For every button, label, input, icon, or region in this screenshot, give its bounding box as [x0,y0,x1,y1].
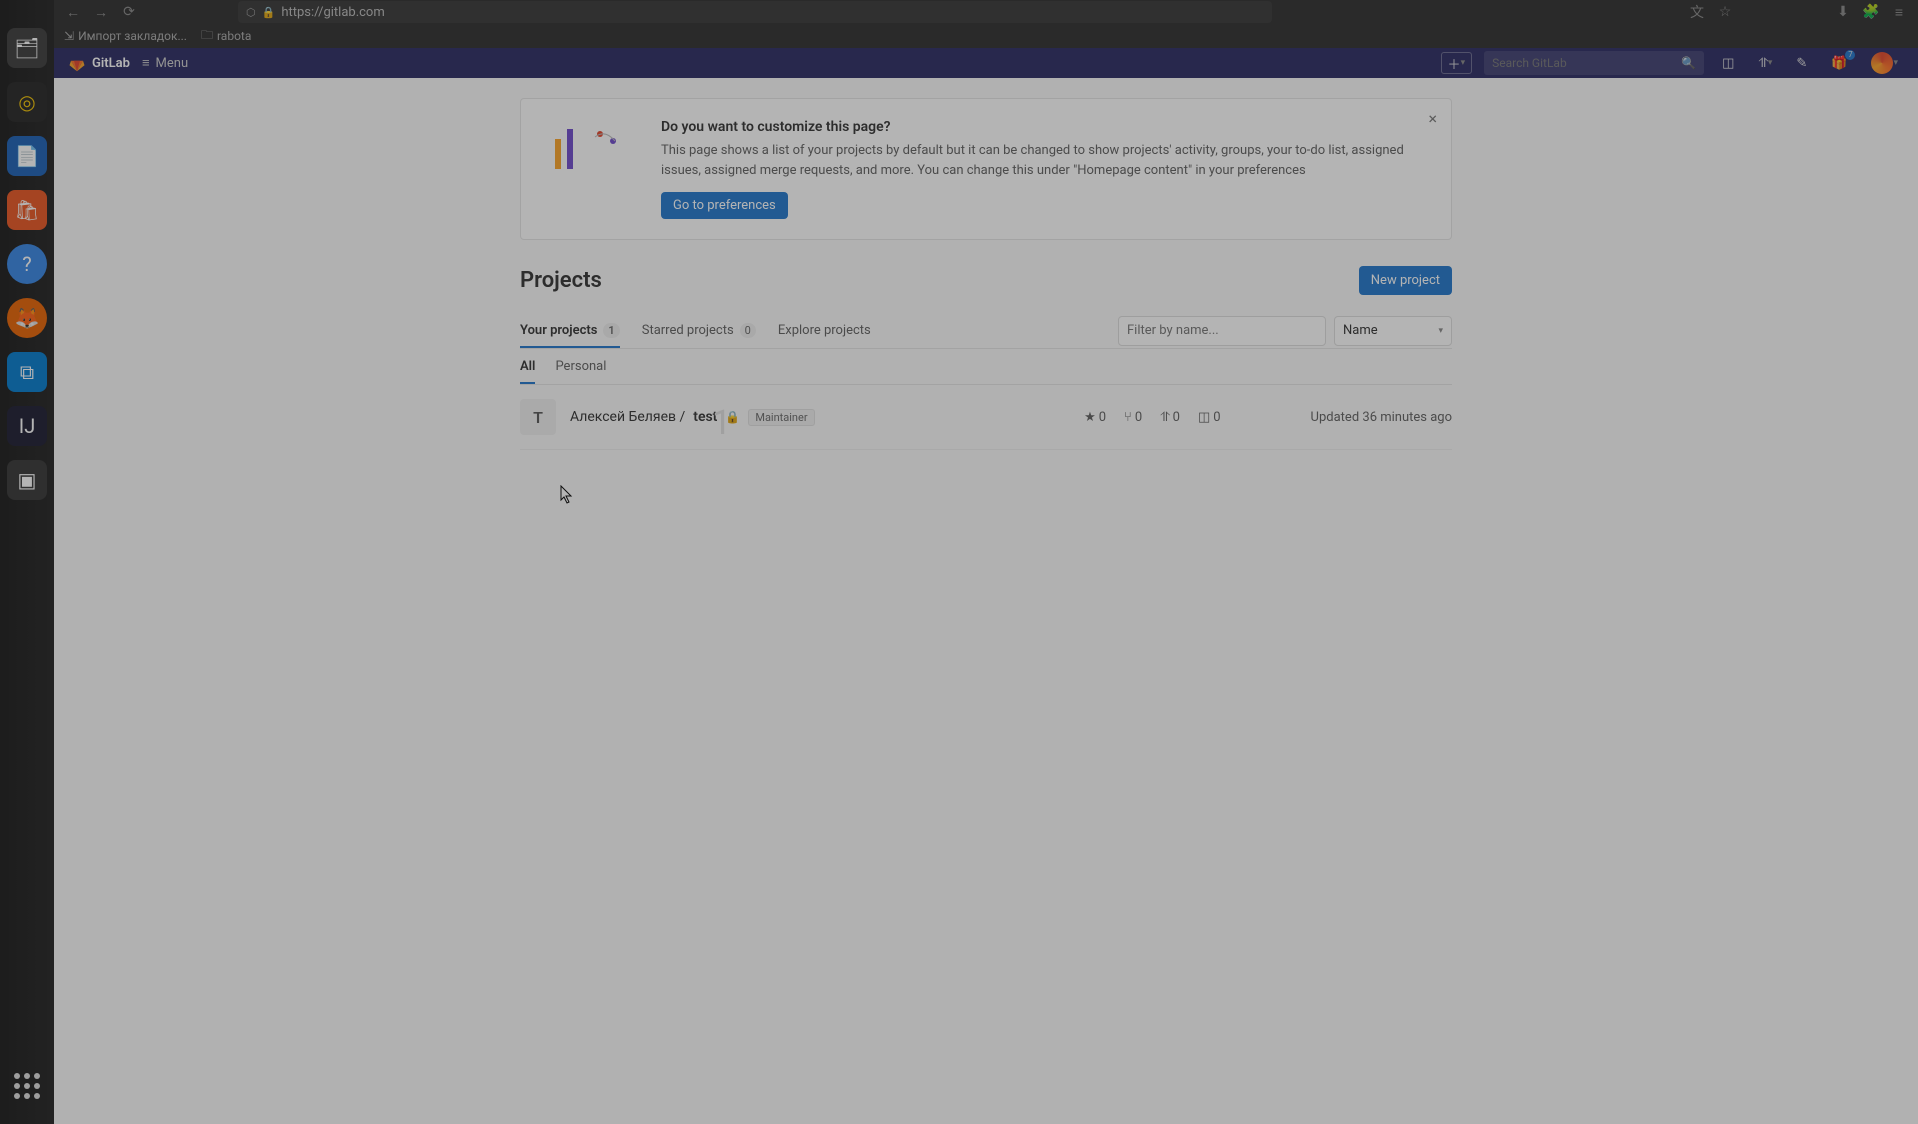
user-menu[interactable]: ▾ [1865,52,1904,74]
folder-icon: 🗀 [201,26,213,47]
tab-explore-projects[interactable]: Explore projects [778,313,871,348]
dock-help-icon[interactable]: ? [7,244,47,284]
issues-shortcut[interactable]: ◫ [1716,52,1740,74]
gitlab-search[interactable]: 🔍 [1484,51,1704,75]
gitlab-tanuki-icon [68,54,86,72]
project-row[interactable]: T Алексей Беляев / test 🔒 Maintainer ★0 … [520,385,1452,450]
new-dropdown-button[interactable]: ＋ ▾ [1441,52,1473,74]
reload-button[interactable]: ⟳ [120,3,138,21]
projects-heading: Projects [520,268,602,293]
avatar [1871,52,1893,74]
new-project-button[interactable]: New project [1359,266,1452,295]
issues-icon: ◫ [1722,56,1734,71]
role-badge: Maintainer [748,409,814,426]
project-updated: Updated 36 minutes ago [1311,410,1452,425]
chevron-down-icon: ▾ [1768,58,1773,68]
dock-rhythmbox-icon[interactable]: ◎ [7,82,47,122]
whats-new-count: 7 [1845,50,1855,60]
back-button[interactable]: ← [64,3,82,21]
hamburger-menu-icon[interactable]: ≡ [1890,3,1908,21]
stars-stat[interactable]: ★0 [1084,410,1106,425]
ubuntu-dock: 🗂 ◎ 📄 🛍 ? 🦊 ⧉ IJ ▣ [0,0,54,1124]
dock-vscode-icon[interactable]: ⧉ [7,352,47,392]
customize-banner: Do you want to customize this page? This… [520,98,1452,240]
bookmarks-bar: ⇲ Импорт закладок... 🗀 rabota [54,24,1918,48]
chevron-down-icon: ▾ [1438,326,1443,336]
dock-terminal-icon[interactable]: ▣ [7,460,47,500]
star-icon: ★ [1084,410,1096,425]
gitlab-search-input[interactable] [1492,56,1681,70]
whats-new-button[interactable]: 🎁 7 [1825,52,1853,74]
todos-shortcut[interactable]: ✎ [1790,52,1813,74]
translate-icon[interactable]: 文 [1688,3,1706,21]
banner-close-button[interactable]: × [1428,109,1437,128]
import-icon: ⇲ [64,29,74,43]
dock-files-icon[interactable]: 🗂 [7,28,47,68]
fork-icon: ⑂ [1124,410,1132,425]
merge-request-icon: ⥣ [1758,56,1767,71]
url-text: https://gitlab.com [281,5,384,20]
chevron-down-icon: ▾ [1893,58,1898,68]
subtab-all[interactable]: All [520,349,535,384]
shield-icon: ⬡ [246,6,256,19]
banner-illustration [545,119,635,179]
close-icon: × [1428,109,1437,128]
banner-text: This page shows a list of your projects … [661,141,1427,180]
gitlab-logo[interactable]: GitLab [68,54,130,72]
mouse-cursor-icon [560,485,574,505]
gitlab-menu-button[interactable]: ≡ Menu [142,55,188,71]
private-lock-icon: 🔒 [725,410,740,424]
bookmark-rabota[interactable]: 🗀 rabota [201,26,251,47]
bookmark-import[interactable]: ⇲ Импорт закладок... [64,29,187,43]
search-icon: 🔍 [1681,56,1696,70]
hamburger-icon: ≡ [142,55,150,71]
your-projects-count: 1 [603,323,619,338]
merge-requests-shortcut[interactable]: ⥣ ▾ [1752,52,1778,74]
starred-projects-count: 0 [740,323,756,338]
gitlab-header: GitLab ≡ Menu ＋ ▾ 🔍 ◫ ⥣ ▾ ✎ 🎁 [54,48,1918,78]
filter-projects-input[interactable] [1118,316,1326,346]
browser-toolbar: ← → ⟳ ⬡ 🔒 https://gitlab.com 文 ☆ ⬇ 🧩 ≡ [54,0,1918,24]
dock-writer-icon[interactable]: 📄 [7,136,47,176]
go-to-preferences-button[interactable]: Go to preferences [661,192,788,219]
chevron-down-icon: ▾ [1461,58,1466,68]
lock-icon: 🔒 [262,6,276,19]
plus-icon: ＋ [1448,54,1461,73]
project-avatar: T [520,399,556,435]
url-bar[interactable]: ⬡ 🔒 https://gitlab.com [238,1,1272,23]
bookmark-star-icon[interactable]: ☆ [1716,3,1734,21]
issues-stat[interactable]: ◫0 [1198,410,1221,425]
dock-intellij-icon[interactable]: IJ [7,406,47,446]
merge-request-icon: ⥣ [1160,410,1169,425]
gitlab-page: GitLab ≡ Menu ＋ ▾ 🔍 ◫ ⥣ ▾ ✎ 🎁 [54,48,1918,1124]
tab-starred-projects[interactable]: Starred projects 0 [642,313,756,348]
subtab-personal[interactable]: Personal [555,349,606,384]
extensions-icon[interactable]: 🧩 [1862,3,1880,21]
pocket-icon[interactable]: ⬇ [1834,3,1852,21]
dock-firefox-icon[interactable]: 🦊 [7,298,47,338]
project-name-link[interactable]: Алексей Беляев / test 🔒 Maintainer [570,409,815,426]
forks-stat[interactable]: ⑂0 [1124,410,1142,425]
issues-icon: ◫ [1198,410,1210,425]
mrs-stat[interactable]: ⥣0 [1160,410,1180,425]
todo-icon: ✎ [1796,56,1807,71]
dock-show-apps-icon[interactable] [9,1068,45,1104]
forward-button[interactable]: → [92,3,110,21]
dock-software-icon[interactable]: 🛍 [7,190,47,230]
banner-title: Do you want to customize this page? [661,119,1427,135]
sort-dropdown[interactable]: Name ▾ [1334,316,1452,346]
tab-your-projects[interactable]: Your projects 1 [520,313,620,348]
